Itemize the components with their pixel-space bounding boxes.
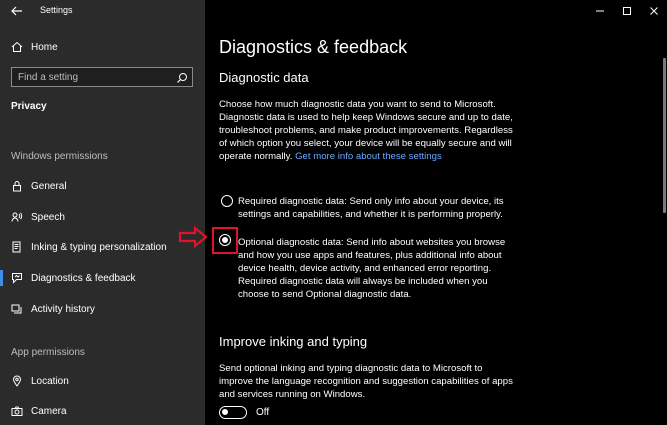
back-arrow-icon[interactable]	[9, 3, 25, 19]
diagnostic-description: Choose how much diagnostic data you want…	[219, 98, 519, 163]
nav-home-label: Home	[31, 41, 58, 53]
red-arrow-icon	[178, 226, 208, 248]
optional-diagnostic-radio[interactable]	[219, 234, 231, 246]
sidebar-item-inking[interactable]: Inking & typing personalization	[0, 234, 205, 260]
page-title: Diagnostics & feedback	[219, 37, 408, 57]
sidebar: Settings Home Privacy Windows permission…	[0, 0, 205, 425]
sidebar-item-activity-history[interactable]: Activity history	[0, 296, 205, 322]
sidebar-item-label: Activity history	[31, 303, 95, 315]
location-icon	[11, 375, 23, 387]
minimize-icon	[595, 10, 604, 12]
inking-toggle[interactable]	[219, 406, 247, 419]
app-title: Settings	[40, 5, 73, 15]
sidebar-item-label: Camera	[31, 405, 67, 417]
more-info-link[interactable]: Get more info about these settings	[295, 151, 442, 162]
search-input[interactable]	[18, 70, 168, 84]
maximize-button[interactable]	[613, 0, 640, 22]
scrollbar-thumb[interactable]	[663, 58, 666, 213]
sidebar-item-general[interactable]: General	[0, 173, 205, 199]
search-icon[interactable]	[176, 71, 188, 83]
improve-inking-heading: Improve inking and typing	[219, 334, 368, 349]
inking-icon	[11, 241, 23, 253]
sidebar-item-speech[interactable]: Speech	[0, 204, 205, 230]
sidebar-item-camera[interactable]: Camera	[0, 398, 205, 424]
diagnostics-icon	[11, 272, 23, 284]
activity-icon	[11, 303, 23, 315]
content-pane: Diagnostics & feedback Diagnostic data C…	[178, 0, 667, 425]
optional-diagnostic-label[interactable]: Optional diagnostic data: Send info abou…	[238, 236, 516, 301]
nav-home[interactable]: Home	[0, 34, 205, 60]
minimize-button[interactable]	[586, 0, 613, 22]
scrollbar[interactable]	[661, 22, 667, 425]
settings-window: Settings Home Privacy Windows permission…	[0, 0, 667, 425]
maximize-icon	[622, 7, 631, 15]
window-controls	[586, 0, 667, 22]
home-icon	[11, 41, 23, 53]
camera-icon	[11, 405, 23, 417]
app-permissions-heading: App permissions	[11, 347, 85, 358]
sidebar-item-label: Diagnostics & feedback	[31, 272, 136, 284]
windows-permissions-heading: Windows permissions	[11, 151, 108, 162]
sidebar-item-label: General	[31, 180, 67, 192]
speech-icon	[11, 211, 23, 223]
search-box[interactable]	[11, 67, 193, 87]
inking-toggle-state: Off	[256, 407, 270, 418]
sidebar-item-label: Inking & typing personalization	[31, 241, 167, 253]
sidebar-item-location[interactable]: Location	[0, 368, 205, 394]
required-diagnostic-radio[interactable]	[221, 195, 233, 207]
required-diagnostic-label[interactable]: Required diagnostic data: Send only info…	[238, 195, 516, 221]
lock-icon	[11, 180, 23, 192]
current-section: Privacy	[11, 101, 47, 112]
sidebar-item-label: Speech	[31, 211, 65, 223]
titlebar: Settings	[0, 0, 205, 22]
close-button[interactable]	[640, 0, 667, 22]
close-icon	[649, 7, 658, 15]
sidebar-item-diagnostics[interactable]: Diagnostics & feedback	[0, 265, 205, 291]
inking-description: Send optional inking and typing diagnost…	[219, 363, 513, 400]
sidebar-item-label: Location	[31, 375, 69, 387]
diagnostic-data-heading: Diagnostic data	[219, 70, 309, 85]
